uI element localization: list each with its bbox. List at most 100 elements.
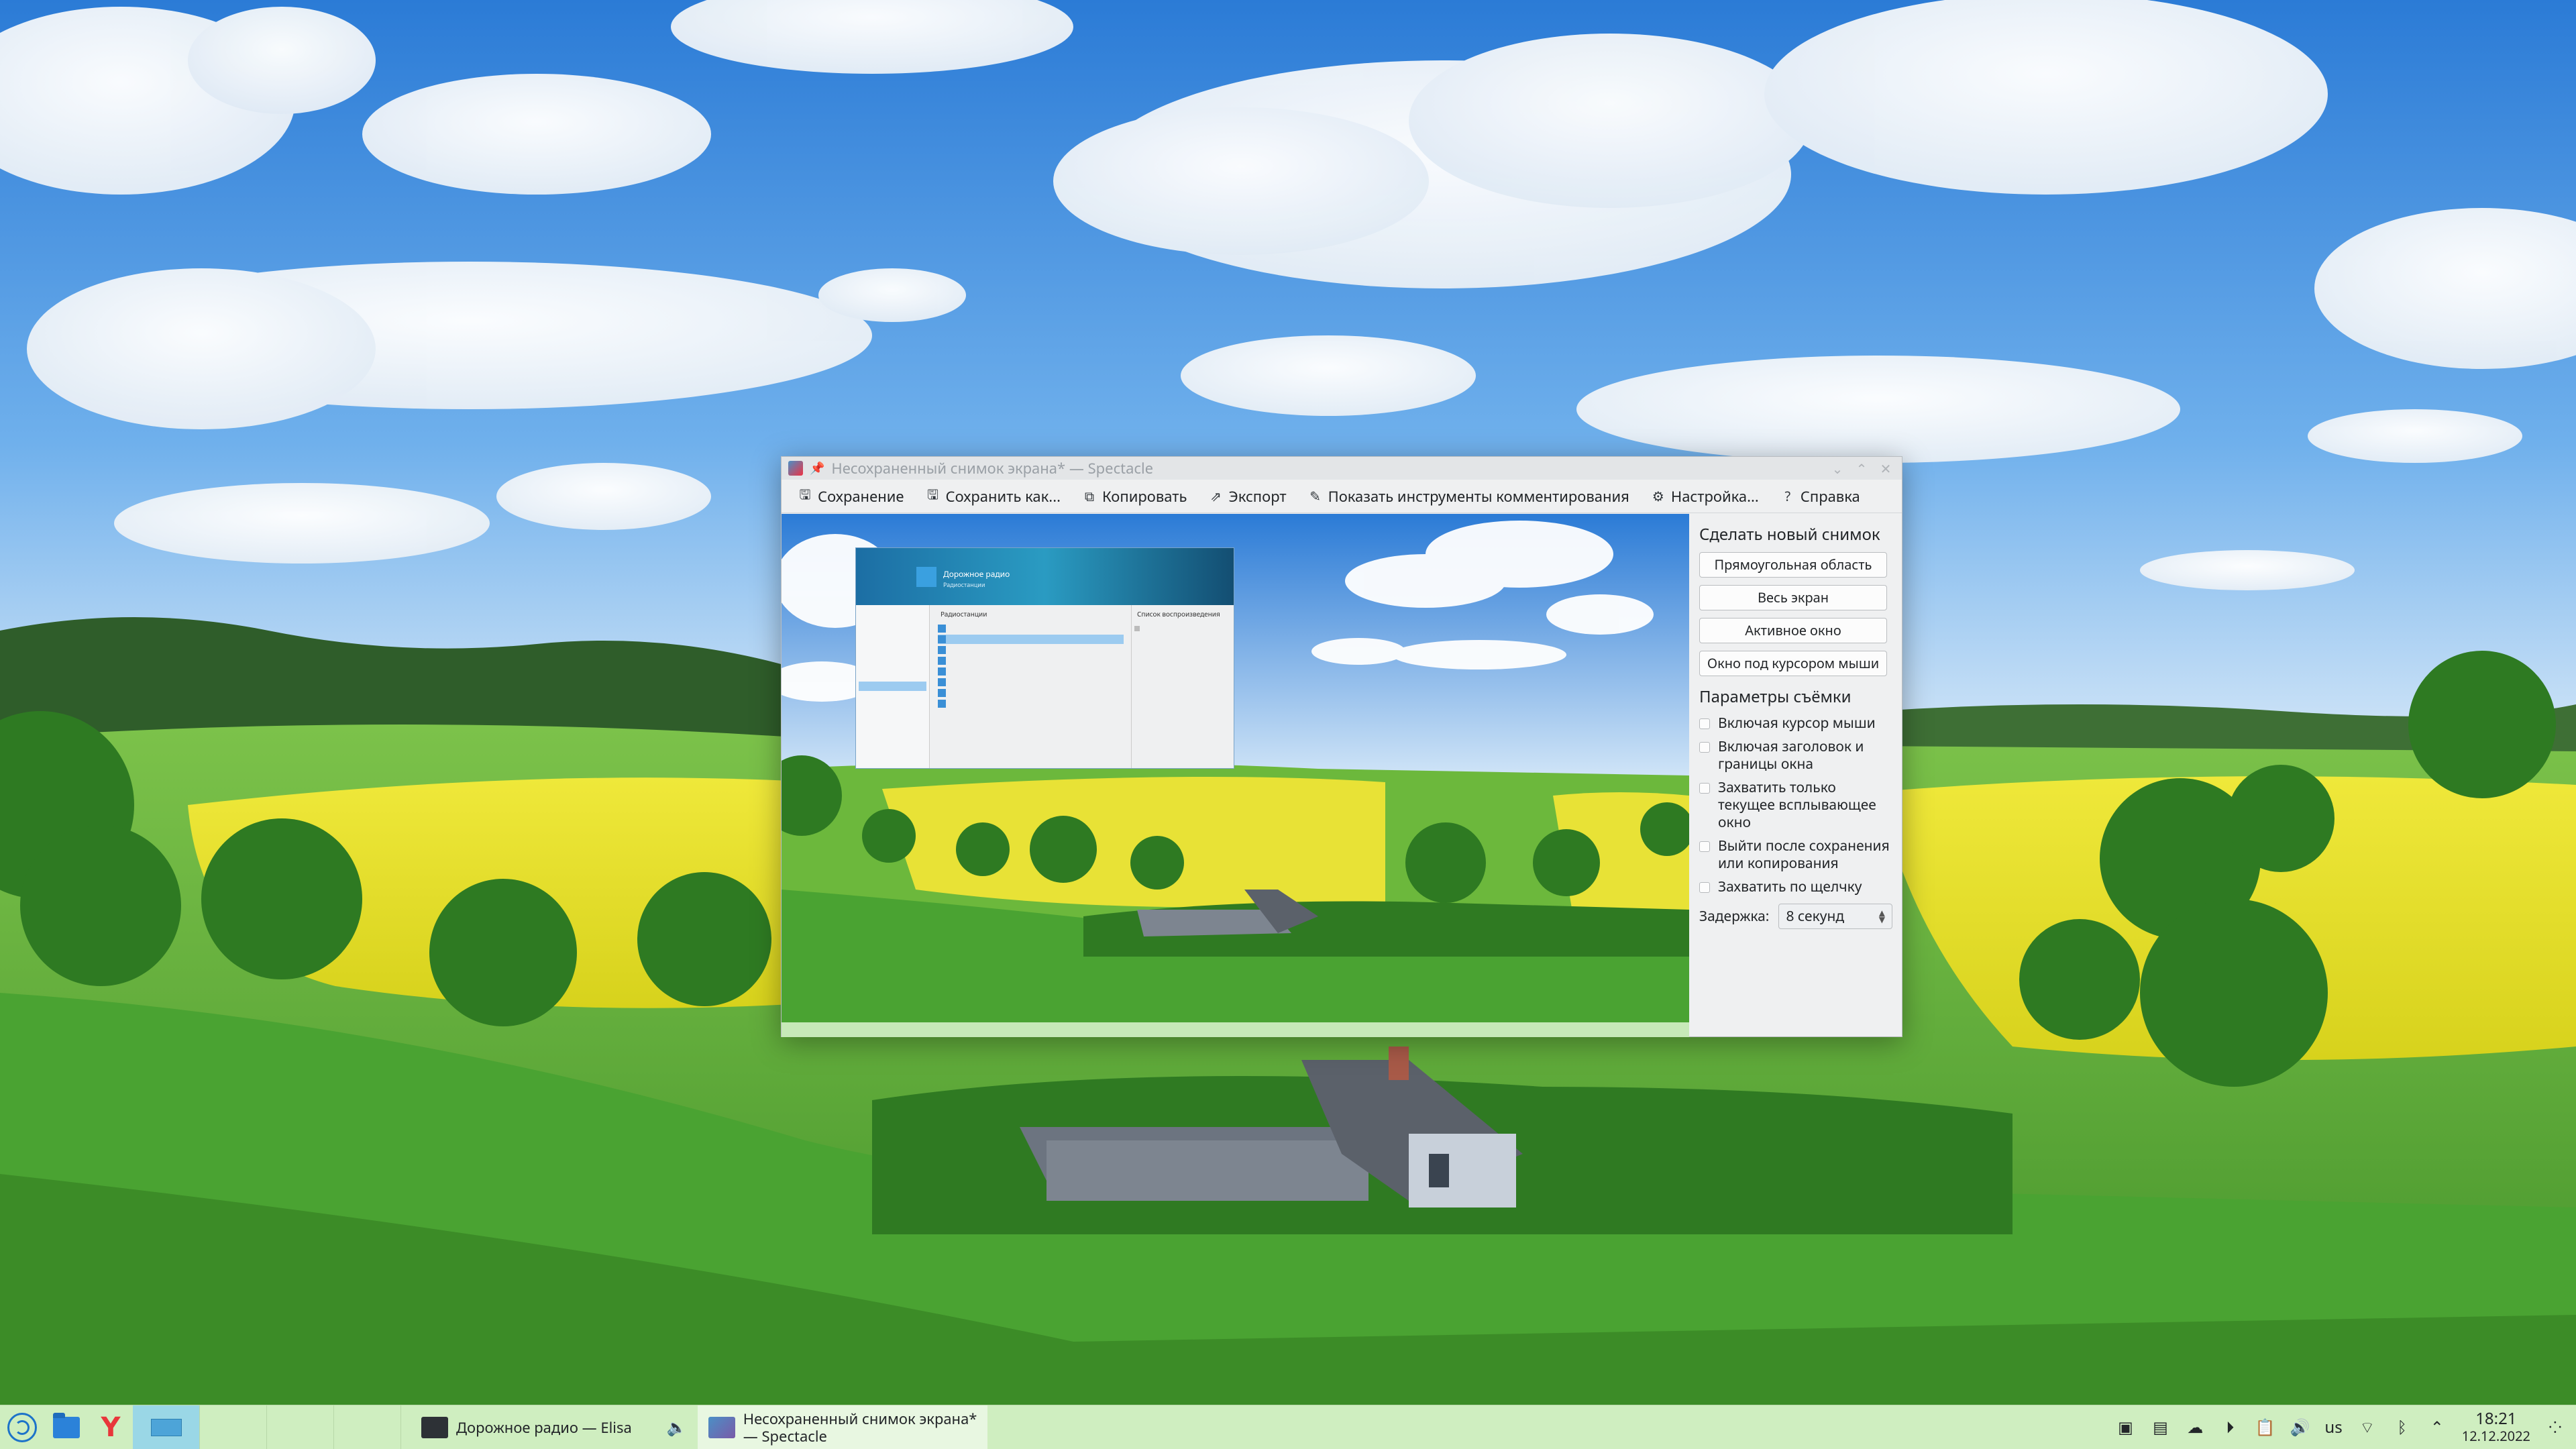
delay-spinbox[interactable]: 8 секунд ▲ ▼ xyxy=(1778,904,1892,929)
delay-label: Задержка: xyxy=(1699,907,1770,926)
toolbar: 🖫 Сохранение 🖫 Сохранить как... ⧉ Копиро… xyxy=(782,480,1902,513)
delay-row: Задержка: 8 секунд ▲ ▼ xyxy=(1699,904,1892,929)
annotate-button[interactable]: ✎ Показать инструменты комментирования xyxy=(1299,482,1639,511)
pin-icon[interactable]: 📌 xyxy=(810,460,824,476)
task-label-line1: Несохраненный снимок экрана* xyxy=(743,1408,977,1429)
desktop-3[interactable] xyxy=(267,1405,334,1449)
active-window-button[interactable]: Активное окно xyxy=(1699,618,1887,643)
system-tray: ▣ ▤ ☁ ⏵ 📋 🔊 us ⌔ ᛒ ⌃ 18:21 12.12.2022 ⁘ xyxy=(2115,1407,2576,1445)
spectacle-window: 📌 Несохраненный снимок экрана* — Spectac… xyxy=(781,456,1902,1037)
configure-icon: ⚙ xyxy=(1652,487,1664,505)
clock-time: 18:21 xyxy=(2475,1407,2517,1430)
desktop-4[interactable] xyxy=(334,1405,401,1449)
help-label: Справка xyxy=(1800,486,1860,506)
album-art xyxy=(916,567,936,587)
taskbar: Y Дорожное радио — Elisa 🔈 Несохраненный… xyxy=(0,1405,2576,1449)
window-under-cursor-button[interactable]: Окно под курсором мыши xyxy=(1699,651,1887,676)
file-manager-launcher[interactable] xyxy=(44,1405,89,1449)
capture-popup-only-checkbox[interactable]: Захватить только текущее всплывающее окн… xyxy=(1699,779,1892,831)
elisa-window-thumbnail: Дорожное радио Радиостанции Радиостанции xyxy=(855,547,1234,769)
bluetooth-icon[interactable]: ᛒ xyxy=(2392,1416,2412,1438)
screenshot-preview[interactable]: Дорожное радио Радиостанции Радиостанции xyxy=(782,514,1689,1037)
checkbox-label: Включая курсор мыши xyxy=(1718,714,1876,733)
export-button[interactable]: ⇗ Экспорт xyxy=(1199,482,1295,511)
weather-icon[interactable]: ☁ xyxy=(2185,1416,2205,1438)
elisa-subtitle: Радиостанции xyxy=(943,580,985,589)
help-button[interactable]: ? Справка xyxy=(1771,482,1870,511)
digital-clock[interactable]: 18:21 12.12.2022 xyxy=(2461,1407,2530,1445)
include-cursor-checkbox[interactable]: Включая курсор мыши xyxy=(1699,714,1892,732)
save-label: Сохранение xyxy=(818,486,904,506)
copy-icon: ⧉ xyxy=(1084,487,1095,505)
spectacle-app-icon xyxy=(788,461,803,476)
folder-icon xyxy=(53,1412,80,1438)
task-elisa[interactable]: Дорожное радио — Elisa 🔈 xyxy=(411,1405,698,1449)
elisa-title: Дорожное радио xyxy=(943,568,1010,580)
checkbox-label: Захватить по щелчку xyxy=(1718,877,1862,896)
capture-on-click-checkbox[interactable]: Захватить по щелчку xyxy=(1699,878,1892,896)
window-title: Несохраненный снимок экрана* — Spectacle xyxy=(831,458,1154,478)
window-titlebar[interactable]: 📌 Несохраненный снимок экрана* — Spectac… xyxy=(782,457,1902,480)
maximize-icon[interactable]: ⌃ xyxy=(1852,460,1871,478)
volume-icon[interactable]: 🔊 xyxy=(2290,1416,2310,1438)
checkbox-box[interactable] xyxy=(1699,718,1710,729)
launcher-icon xyxy=(7,1412,37,1442)
export-label: Экспорт xyxy=(1228,486,1287,506)
terminal-icon[interactable]: ▣ xyxy=(2115,1416,2135,1438)
media-player-icon[interactable]: ⏵ xyxy=(2220,1416,2240,1438)
keyboard-layout[interactable]: us xyxy=(2324,1416,2342,1438)
checkbox-label: Захватить только текущее всплывающее окн… xyxy=(1718,778,1876,832)
checkbox-box[interactable] xyxy=(1699,742,1710,753)
annotate-label: Показать инструменты комментирования xyxy=(1328,486,1629,506)
configure-label: Настройка... xyxy=(1670,486,1759,506)
desktop-1[interactable] xyxy=(133,1405,200,1449)
spin-arrows-icon[interactable]: ▲ ▼ xyxy=(1879,909,1885,924)
checkbox-label: Выйти после сохранения или копирования xyxy=(1718,837,1890,873)
annotate-icon: ✎ xyxy=(1309,487,1321,505)
minimize-icon[interactable]: ⌄ xyxy=(1828,460,1847,478)
capture-options-heading: Параметры съёмки xyxy=(1699,686,1851,708)
elisa-playlist: Список воспроизведения xyxy=(1131,605,1234,768)
elisa-icon xyxy=(421,1416,448,1438)
copy-button[interactable]: ⧉ Копировать xyxy=(1073,482,1196,511)
desktop-2[interactable] xyxy=(200,1405,267,1449)
elisa-list-header: Радиостанции xyxy=(941,609,987,619)
checkbox-box[interactable] xyxy=(1699,783,1710,794)
elisa-station-list: Радиостанции xyxy=(935,605,1126,768)
checkbox-box[interactable] xyxy=(1699,882,1710,893)
peek-desktop-icon[interactable]: ⁘ xyxy=(2545,1416,2565,1438)
quit-after-save-checkbox[interactable]: Выйти после сохранения или копирования xyxy=(1699,837,1892,872)
virtual-desktop-pager xyxy=(133,1405,401,1449)
save-as-icon: 🖫 xyxy=(926,484,938,503)
clock-date: 12.12.2022 xyxy=(2461,1426,2530,1445)
save-button[interactable]: 🖫 Сохранение xyxy=(788,482,913,511)
preview-taskbar xyxy=(782,1022,1689,1037)
speaker-icon[interactable]: 🔈 xyxy=(667,1416,687,1438)
delay-value: 8 секунд xyxy=(1786,907,1845,926)
checkbox-box[interactable] xyxy=(1699,841,1710,852)
network-wifi-icon[interactable]: ⌔ xyxy=(2357,1416,2377,1438)
task-label-line2: — Spectacle xyxy=(743,1426,827,1446)
save-icon: 🖫 xyxy=(799,484,811,503)
copy-label: Копировать xyxy=(1102,486,1187,506)
full-screen-button[interactable]: Весь экран xyxy=(1699,585,1887,610)
clipboard-icon[interactable]: 📋 xyxy=(2255,1416,2275,1438)
close-icon[interactable]: ✕ xyxy=(1876,460,1895,478)
new-screenshot-heading: Сделать новый снимок xyxy=(1699,523,1880,545)
task-label: Дорожное радио — Elisa xyxy=(456,1417,632,1438)
checkbox-label: Включая заголовок и границы окна xyxy=(1718,737,1864,773)
tray-expand-icon[interactable]: ⌃ xyxy=(2427,1416,2447,1438)
save-as-button[interactable]: 🖫 Сохранить как... xyxy=(916,482,1070,511)
task-spectacle[interactable]: Несохраненный снимок экрана* — Spectacle xyxy=(697,1405,988,1449)
elisa-header: Дорожное радио Радиостанции xyxy=(856,548,1234,605)
application-launcher[interactable] xyxy=(0,1405,44,1449)
elisa-playlist-header: Список воспроизведения xyxy=(1137,609,1220,619)
save-as-label: Сохранить как... xyxy=(945,486,1061,506)
spectacle-icon xyxy=(708,1416,735,1438)
rectangular-region-button[interactable]: Прямоугольная область xyxy=(1699,552,1887,578)
yandex-browser-icon: Y xyxy=(101,1411,121,1443)
yandex-browser-launcher[interactable]: Y xyxy=(89,1405,133,1449)
configure-button[interactable]: ⚙ Настройка... xyxy=(1642,482,1768,511)
package-icon[interactable]: ▤ xyxy=(2150,1416,2170,1438)
include-decorations-checkbox[interactable]: Включая заголовок и границы окна xyxy=(1699,738,1892,773)
